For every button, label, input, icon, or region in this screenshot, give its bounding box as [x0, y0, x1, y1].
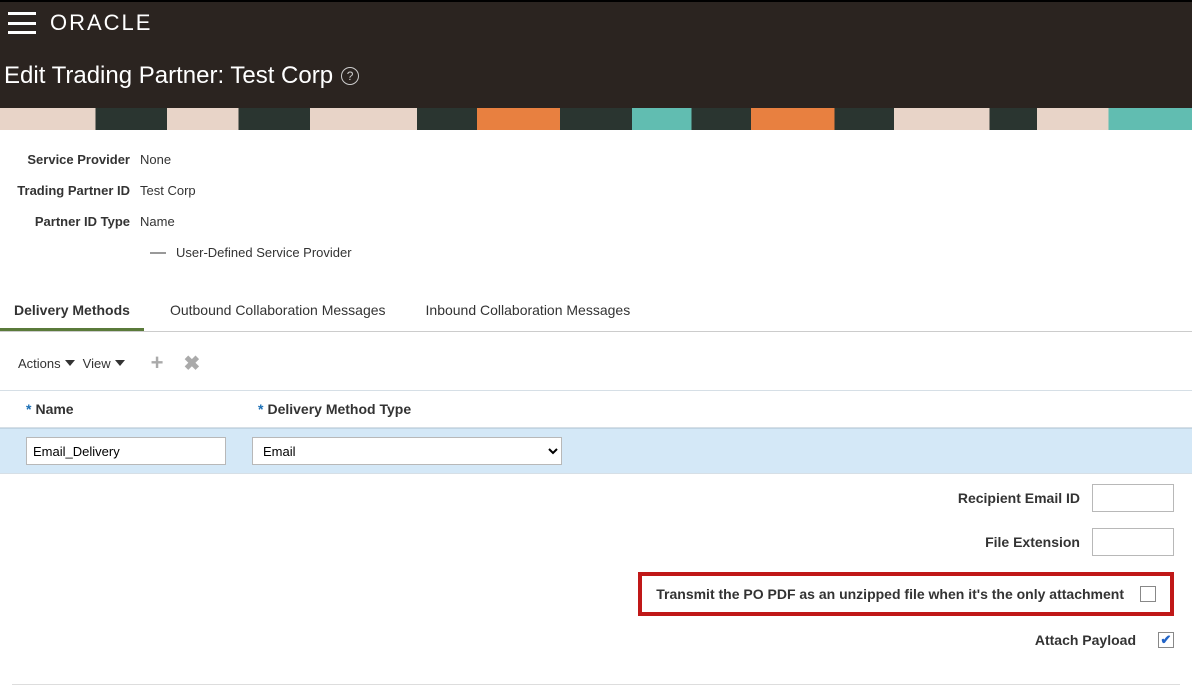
- caret-down-icon: [65, 360, 75, 366]
- page-title-bar: Edit Trading Partner: Test Corp ?: [0, 44, 1192, 108]
- tab-delivery-methods[interactable]: Delivery Methods: [0, 292, 144, 331]
- partner-id-type-label: Partner ID Type: [0, 214, 140, 229]
- user-defined-service-provider-label: User-Defined Service Provider: [176, 245, 352, 260]
- page-title-partner: Test Corp: [230, 62, 333, 89]
- actions-label: Actions: [18, 356, 61, 371]
- checkbox-placeholder-icon: [150, 252, 166, 254]
- delivery-method-details: Recipient Email ID File Extension Transm…: [0, 474, 1192, 674]
- view-menu[interactable]: View: [83, 356, 125, 371]
- oracle-logo: ORACLE: [50, 10, 152, 36]
- top-bar: ORACLE: [0, 0, 1192, 44]
- trading-partner-id-label: Trading Partner ID: [0, 183, 140, 198]
- attach-payload-checkbox[interactable]: [1158, 632, 1174, 648]
- partner-id-type-value: Name: [140, 214, 175, 229]
- service-provider-value: None: [140, 152, 171, 167]
- partner-details: Service Provider None Trading Partner ID…: [0, 130, 1192, 270]
- name-input[interactable]: [26, 437, 226, 465]
- delivery-method-type-select[interactable]: Email: [252, 437, 562, 465]
- tab-outbound-messages[interactable]: Outbound Collaboration Messages: [156, 292, 400, 331]
- service-provider-label: Service Provider: [0, 152, 140, 167]
- recipient-email-input[interactable]: [1092, 484, 1174, 512]
- decorative-banner: [0, 108, 1192, 130]
- table-row[interactable]: Email: [0, 428, 1192, 473]
- recipient-email-label: Recipient Email ID: [958, 490, 1080, 506]
- transmit-unzipped-checkbox[interactable]: [1140, 586, 1156, 602]
- actions-menu[interactable]: Actions: [18, 356, 75, 371]
- transmit-unzipped-highlight: Transmit the PO PDF as an unzipped file …: [638, 572, 1174, 616]
- transmit-unzipped-label: Transmit the PO PDF as an unzipped file …: [656, 586, 1124, 602]
- grid-toolbar: Actions View + ✖: [0, 332, 1192, 390]
- page-title: Edit Trading Partner: Test Corp ?: [4, 62, 1188, 90]
- trading-partner-id-value: Test Corp: [140, 183, 196, 198]
- menu-icon[interactable]: [8, 12, 36, 34]
- page-title-prefix: Edit Trading Partner:: [4, 62, 230, 89]
- column-header-type[interactable]: *Delivery Method Type: [246, 391, 566, 427]
- attach-payload-label: Attach Payload: [1035, 632, 1136, 648]
- file-extension-input[interactable]: [1092, 528, 1174, 556]
- delivery-methods-grid: *Name *Delivery Method Type Email: [0, 390, 1192, 474]
- add-icon[interactable]: +: [151, 350, 164, 376]
- file-extension-label: File Extension: [985, 534, 1080, 550]
- tabs: Delivery Methods Outbound Collaboration …: [0, 292, 1192, 332]
- column-header-name[interactable]: *Name: [0, 391, 246, 427]
- help-icon[interactable]: ?: [341, 67, 359, 85]
- view-label: View: [83, 356, 111, 371]
- grid-header: *Name *Delivery Method Type: [0, 391, 1192, 428]
- tab-inbound-messages[interactable]: Inbound Collaboration Messages: [412, 292, 645, 331]
- delete-icon[interactable]: ✖: [183, 351, 200, 376]
- caret-down-icon: [115, 360, 125, 366]
